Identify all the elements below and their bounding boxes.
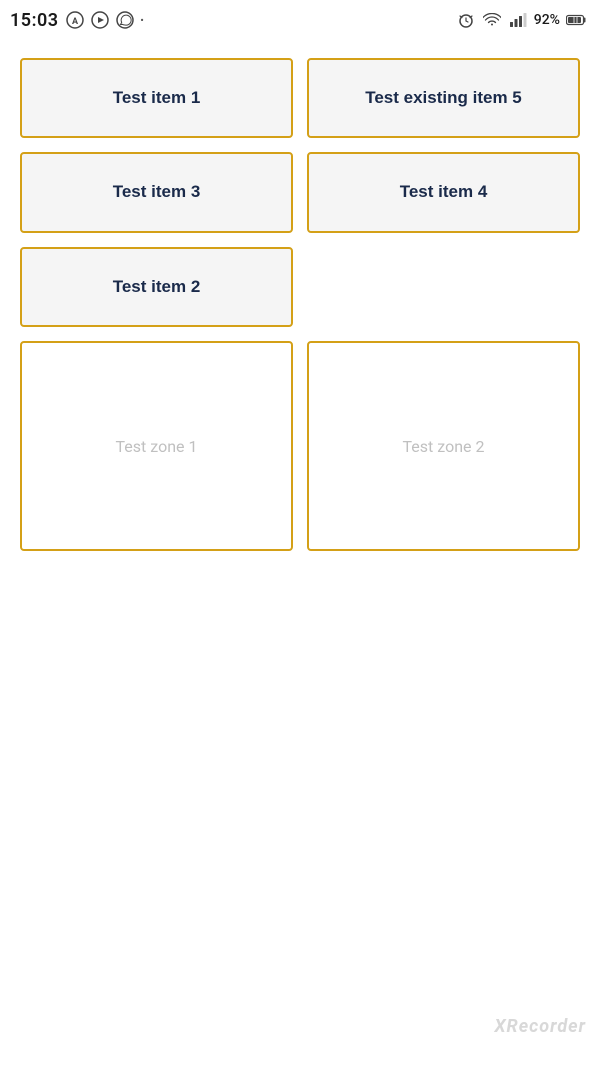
item-button-2-label: Test item 2 [113,277,201,297]
item-button-4[interactable]: Test item 4 [307,152,580,232]
autopilot-icon: A [65,10,85,30]
whatsapp-icon [115,10,135,30]
status-bar: 15:03 A [0,0,600,40]
svg-text:A: A [72,17,79,27]
signal-icon [508,10,528,30]
drop-zone-2[interactable]: Test zone 2 [307,341,580,551]
drop-zone-1[interactable]: Test zone 1 [20,341,293,551]
status-time: 15:03 [10,10,59,31]
item-button-4-label: Test item 4 [400,182,488,202]
status-dot: · [140,10,145,30]
drop-zone-1-label: Test zone 1 [116,437,198,456]
drop-zone-2-label: Test zone 2 [403,437,485,456]
status-icons-left: A · [65,10,145,30]
item-button-3[interactable]: Test item 3 [20,152,293,232]
alarm-icon [456,10,476,30]
status-left: 15:03 A [10,10,145,31]
main-content: Test item 1 Test existing item 5 Test it… [0,40,600,571]
zones-grid: Test zone 1 Test zone 2 [20,341,580,551]
item-button-3-label: Test item 3 [113,182,201,202]
item-button-1-label: Test item 1 [113,88,201,108]
item-button-5-label: Test existing item 5 [365,88,522,108]
battery-icon [566,10,586,30]
watermark: XRecorder [494,1016,586,1037]
items-row-1: Test item 1 Test existing item 5 [20,58,580,138]
screen-recorder-icon [90,10,110,30]
empty-placeholder [307,247,580,327]
items-row-2: Test item 3 Test item 4 [20,152,580,232]
item-button-5[interactable]: Test existing item 5 [307,58,580,138]
wifi-icon [482,10,502,30]
status-right: 92% [456,10,586,30]
item-button-1[interactable]: Test item 1 [20,58,293,138]
battery-text: 92% [534,12,560,28]
items-row-3: Test item 2 [20,247,580,327]
item-button-2[interactable]: Test item 2 [20,247,293,327]
